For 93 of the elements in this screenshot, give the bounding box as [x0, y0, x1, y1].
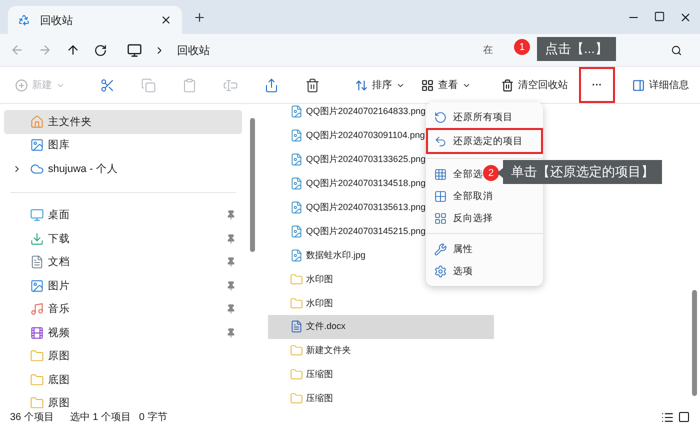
folder-icon — [30, 372, 44, 387]
menu-item[interactable]: 还原所有项目 — [428, 106, 541, 128]
desktop-icon — [30, 208, 44, 222]
folder-icon — [30, 349, 44, 364]
folder-icon — [290, 296, 303, 310]
picture-icon — [30, 278, 44, 293]
folder-icon — [290, 392, 303, 406]
word-file-icon — [290, 320, 303, 334]
sidebar-item[interactable]: 图片 — [4, 274, 242, 298]
image-file-icon — [290, 201, 303, 214]
menu-item[interactable]: 全部取消 — [428, 185, 541, 207]
image-file-icon — [290, 248, 303, 262]
grid-icon — [434, 190, 447, 202]
recycle-bin-icon — [18, 14, 30, 26]
file-row[interactable]: 压缩图 — [268, 386, 494, 411]
callout-label: 点击【...】 — [537, 37, 616, 61]
more-button[interactable]: ··· — [579, 67, 615, 103]
maximize-icon[interactable] — [654, 10, 665, 22]
home-icon — [30, 114, 44, 129]
sidebar-item[interactable]: 视频 — [4, 321, 242, 344]
cloud-icon — [30, 162, 44, 176]
sort-icon — [355, 78, 368, 92]
settings-icon — [434, 264, 447, 278]
sidebar-item[interactable]: 图库 — [4, 134, 242, 157]
breadcrumb[interactable]: 回收站 — [177, 42, 210, 58]
plus-icon — [193, 10, 206, 24]
callout-label: 单击【还原选定的项目】 — [503, 160, 662, 184]
document-icon — [30, 255, 44, 270]
grid-icon — [421, 78, 434, 92]
undo-icon — [434, 134, 447, 148]
sidebar-item[interactable]: 音乐 — [4, 298, 242, 321]
delete-icon — [305, 78, 320, 92]
panel-icon — [632, 78, 645, 92]
grid-icon — [434, 168, 447, 180]
menu-item[interactable]: 属性 — [428, 238, 541, 260]
sidebar-item[interactable]: 原图 — [4, 344, 242, 368]
up-icon[interactable] — [66, 43, 80, 57]
tab[interactable]: 回收站 — [8, 6, 182, 34]
sidebar-item[interactable]: 下载 — [4, 227, 242, 250]
details-button[interactable]: 详细信息 — [627, 71, 694, 99]
pointer-icon — [497, 168, 503, 178]
restore-icon — [434, 110, 447, 124]
empty-recycle-bin-button[interactable]: 清空回收站 — [496, 71, 573, 99]
sidebar-item[interactable]: 底图 — [4, 368, 242, 392]
menu-item[interactable]: 还原选定的项目 — [426, 128, 543, 154]
sidebar-item[interactable]: 文档 — [4, 250, 242, 274]
address-bar[interactable]: 回收站 — [121, 38, 457, 62]
download-icon — [30, 232, 44, 246]
selection-size: 0 字节 — [139, 410, 168, 424]
computer-icon — [127, 42, 142, 58]
folder-icon — [30, 396, 44, 410]
details-view-icon[interactable] — [661, 410, 674, 424]
paste-icon — [182, 78, 197, 92]
file-row[interactable]: 文件.docx — [268, 315, 494, 339]
file-row[interactable]: 水印图 — [268, 291, 494, 316]
menu-item[interactable]: 反向选择 — [428, 207, 541, 229]
rename-icon — [223, 78, 238, 92]
file-row[interactable]: 压缩图 — [268, 362, 494, 387]
sidebar-item[interactable]: 桌面 — [4, 204, 242, 227]
image-file-icon — [290, 224, 303, 238]
scrollbar-thumb[interactable] — [692, 290, 696, 396]
share-icon — [264, 78, 279, 92]
image-file-icon — [290, 129, 303, 142]
menu-item[interactable]: 选项 — [428, 260, 541, 282]
image-file-icon — [290, 177, 303, 190]
image-file-icon — [290, 153, 303, 166]
file-row[interactable]: 新建文件夹 — [268, 338, 494, 363]
sidebar-item[interactable]: shujuwa - 个人 — [4, 157, 242, 180]
copy-icon — [141, 78, 156, 92]
music-icon — [30, 302, 44, 316]
folder-icon — [290, 368, 303, 382]
folder-icon — [290, 272, 303, 286]
selection-count: 选中 1 个项目 — [70, 410, 132, 424]
plus-icon — [15, 78, 28, 92]
picture-icon — [30, 138, 44, 152]
close-icon[interactable] — [679, 10, 692, 24]
wrench-icon — [434, 242, 447, 256]
image-file-icon — [290, 105, 303, 118]
sidebar-item[interactable]: 主文件夹 — [4, 110, 242, 134]
folder-icon — [290, 344, 303, 358]
film-icon — [30, 326, 44, 340]
view-button[interactable]: 查看 — [416, 71, 476, 99]
grid-icon — [434, 212, 447, 224]
refresh-icon[interactable] — [94, 44, 107, 56]
scrollbar-thumb[interactable] — [250, 118, 254, 252]
delete-icon — [501, 78, 514, 92]
scissors-icon — [100, 78, 115, 92]
tiles-view-icon[interactable] — [678, 410, 690, 422]
close-icon[interactable] — [160, 14, 172, 26]
search-placeholder[interactable]: 在 — [483, 43, 493, 57]
sort-button[interactable]: 排序 — [350, 71, 410, 99]
search-icon[interactable] — [671, 44, 682, 56]
item-count: 36 个项目 — [10, 411, 54, 424]
